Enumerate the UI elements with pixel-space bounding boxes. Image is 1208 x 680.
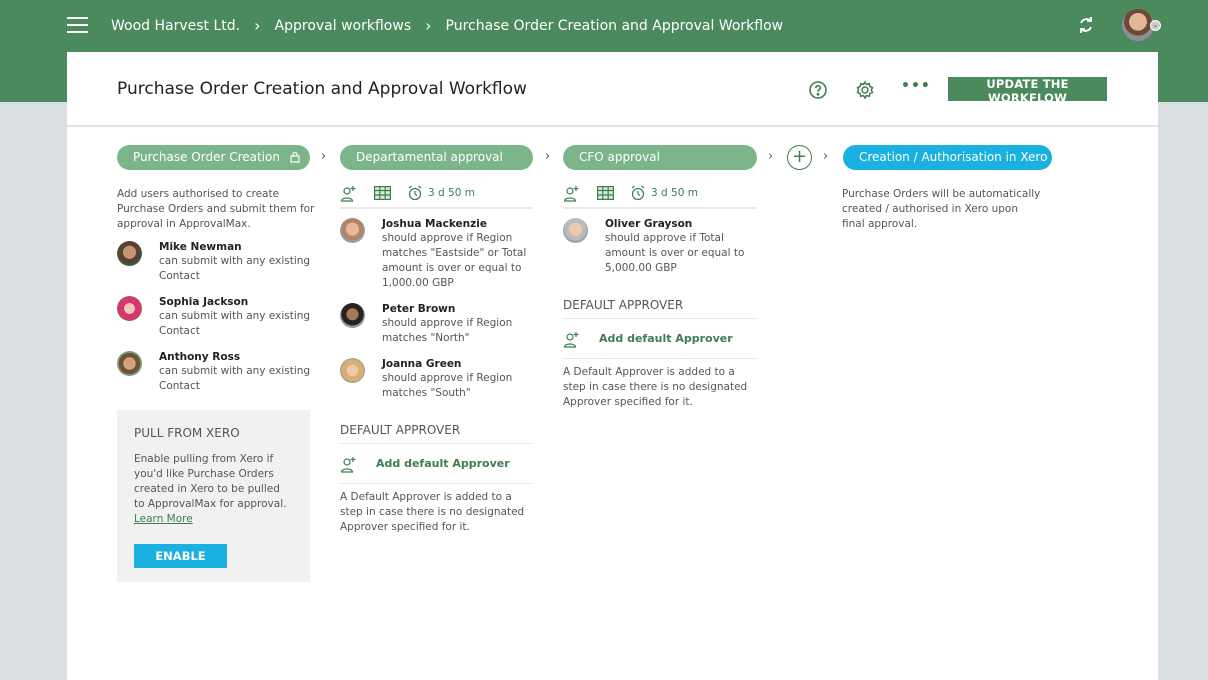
list-item[interactable]: Anthony Ross can submit with any existing…	[117, 350, 317, 394]
chevron-right-icon: ›	[321, 149, 327, 164]
chevron-right-icon: ›	[768, 149, 774, 164]
list-item[interactable]: Mike Newman can submit with any existing …	[117, 240, 317, 284]
deadline-value: 3 d 50 m	[428, 187, 475, 199]
step-purchase-order-creation[interactable]: Purchase Order Creation	[117, 145, 310, 170]
pull-from-xero-title: PULL FROM XERO	[134, 426, 240, 440]
add-default-label: Add default Approver	[376, 457, 510, 470]
alarm-clock-icon	[631, 185, 645, 201]
sync-icon[interactable]	[1076, 15, 1096, 35]
list-item[interactable]: Sophia Jackson can submit with any existi…	[117, 295, 317, 339]
more-options-icon[interactable]: •••	[901, 78, 930, 98]
breadcrumb-company[interactable]: Wood Harvest Ltd.	[111, 18, 240, 34]
step-toolbar: 3 d 50 m	[340, 183, 533, 209]
xero-description: Purchase Orders will be automatically cr…	[842, 188, 1041, 230]
step-departmental-approval[interactable]: Departamental approval	[340, 145, 533, 170]
approver-rule: should approve if Region matches "North"	[382, 317, 513, 344]
deadline-value: 3 d 50 m	[651, 187, 698, 199]
breadcrumb-approval-workflows[interactable]: Approval workflows	[275, 18, 412, 34]
user-rule: can submit with any existing Contact	[159, 255, 311, 282]
help-icon[interactable]	[808, 80, 828, 100]
step-label: Creation / Authorisation in Xero	[859, 150, 1048, 164]
approver-name: Peter Brown	[382, 303, 456, 315]
departmental-column: 3 d 50 m Joshua Mackenzie should approve …	[340, 183, 533, 535]
chevron-right-icon: ›	[823, 149, 829, 164]
user-name: Sophia Jackson	[159, 296, 249, 308]
update-workflow-button[interactable]: UPDATE THE WORKFLOW	[948, 77, 1107, 105]
pull-from-xero-text: Enable pulling from Xero if you'd like P…	[134, 453, 287, 510]
add-user-icon[interactable]	[340, 184, 358, 202]
xero-column: Purchase Orders will be automatically cr…	[842, 187, 1042, 232]
approver-name: Oliver Grayson	[605, 218, 693, 230]
chevron-down-icon[interactable]: ⌄	[1150, 20, 1161, 31]
step-xero-authorisation[interactable]: Creation / Authorisation in Xero	[843, 145, 1052, 170]
approver-name: Joshua Mackenzie	[382, 218, 487, 230]
chevron-right-icon: ›	[545, 149, 551, 164]
default-approver-label: DEFAULT APPROVER	[563, 298, 757, 319]
deadline-timer[interactable]: 3 d 50 m	[630, 185, 698, 201]
step-label: Purchase Order Creation	[133, 150, 280, 164]
cfo-column: 3 d 50 m Oliver Grayson should approve if…	[563, 183, 757, 410]
list-item[interactable]: Peter Brown should approve if Region matc…	[340, 302, 533, 346]
default-approver-note: A Default Approver is added to a step in…	[563, 366, 748, 408]
approver-rule: should approve if Region matches "Eastsi…	[382, 232, 527, 289]
chevron-right-icon: ›	[254, 16, 261, 35]
add-user-icon	[563, 331, 579, 348]
menu-icon[interactable]	[67, 17, 88, 33]
step-toolbar: 3 d 50 m	[563, 183, 757, 209]
step-cfo-approval[interactable]: CFO approval	[563, 145, 757, 170]
page-title: Purchase Order Creation and Approval Wor…	[117, 79, 527, 99]
add-default-label: Add default Approver	[599, 332, 733, 345]
workflow-panel: Purchase Order Creation and Approval Wor…	[67, 52, 1158, 680]
step-label: Departamental approval	[356, 150, 503, 164]
user-rule: can submit with any existing Contact	[159, 365, 311, 392]
lock-icon	[290, 151, 300, 163]
user-name: Anthony Ross	[159, 351, 241, 363]
step-label: CFO approval	[579, 150, 660, 164]
gear-icon[interactable]	[855, 80, 875, 100]
approver-rule: should approve if Total amount is over o…	[605, 232, 745, 274]
avatar	[340, 303, 365, 328]
user-name: Mike Newman	[159, 241, 242, 253]
add-default-approver-button[interactable]: Add default Approver	[563, 319, 757, 359]
approver-rule: should approve if Region matches "South"	[382, 372, 513, 399]
avatar	[117, 296, 142, 321]
add-user-icon	[340, 456, 356, 473]
chevron-right-icon: ›	[425, 16, 432, 35]
avatar	[563, 218, 588, 243]
avatar	[340, 218, 365, 243]
list-item[interactable]: Joanna Green should approve if Region mat…	[340, 357, 533, 401]
creation-description: Add users authorised to create Purchase …	[117, 188, 315, 230]
add-step-button[interactable]: +	[787, 145, 812, 170]
deadline-timer[interactable]: 3 d 50 m	[407, 185, 475, 201]
panel-header: Purchase Order Creation and Approval Wor…	[67, 52, 1158, 127]
approver-name: Joanna Green	[382, 358, 462, 370]
default-approver-label: DEFAULT APPROVER	[340, 423, 533, 444]
user-rule: can submit with any existing Contact	[159, 310, 311, 337]
breadcrumb-current: Purchase Order Creation and Approval Wor…	[445, 17, 784, 34]
workflow-steps: Purchase Order Creation › Departamental …	[67, 145, 1158, 171]
avatar	[340, 358, 365, 383]
alarm-clock-icon	[408, 185, 422, 201]
enable-button[interactable]: ENABLE	[134, 544, 227, 568]
learn-more-link[interactable]: Learn More	[134, 513, 193, 525]
table-icon[interactable]	[597, 186, 614, 200]
add-default-approver-button[interactable]: Add default Approver	[340, 444, 533, 484]
add-user-icon[interactable]	[563, 184, 581, 202]
list-item[interactable]: Joshua Mackenzie should approve if Region…	[340, 217, 533, 291]
table-icon[interactable]	[374, 186, 391, 200]
creation-column: Add users authorised to create Purchase …	[117, 187, 317, 582]
list-item[interactable]: Oliver Grayson should approve if Total am…	[563, 217, 757, 276]
pull-from-xero-box: PULL FROM XERO Enable pulling from Xero …	[117, 410, 310, 582]
avatar	[117, 351, 142, 376]
top-bar: Wood Harvest Ltd. › Approval workflows ›…	[0, 0, 1208, 52]
default-approver-note: A Default Approver is added to a step in…	[340, 491, 525, 533]
breadcrumb: Wood Harvest Ltd. › Approval workflows ›…	[111, 16, 783, 35]
avatar	[117, 241, 142, 266]
